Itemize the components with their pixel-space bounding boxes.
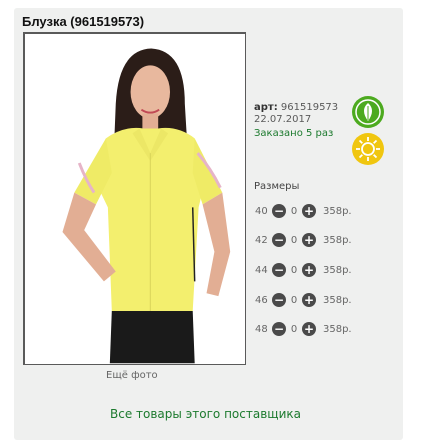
size-quantity: 0: [290, 205, 298, 217]
size-price: 358р.: [323, 323, 352, 335]
supplier-products-link[interactable]: Все товары этого поставщика: [110, 407, 301, 421]
size-row: 42 − 0 + 358р.: [255, 232, 352, 248]
size-row: 46 − 0 + 358р.: [255, 292, 352, 308]
size-quantity: 0: [290, 234, 298, 246]
size-label: 44: [255, 264, 268, 276]
size-quantity: 0: [290, 264, 298, 276]
leaf-icon: [352, 96, 384, 128]
minus-icon[interactable]: −: [272, 204, 286, 218]
size-price: 358р.: [323, 205, 352, 217]
size-price: 358р.: [323, 264, 352, 276]
product-photo[interactable]: [23, 32, 246, 365]
size-row: 40 − 0 + 358р.: [255, 203, 352, 219]
size-label: 48: [255, 323, 268, 335]
size-row: 44 − 0 + 358р.: [255, 262, 352, 278]
minus-icon[interactable]: −: [272, 293, 286, 307]
size-label: 40: [255, 205, 268, 217]
size-price: 358р.: [323, 294, 352, 306]
size-row: 48 − 0 + 358р.: [255, 321, 352, 337]
minus-icon[interactable]: −: [272, 322, 286, 336]
ordered-count: Заказано 5 раз: [254, 128, 334, 139]
plus-icon[interactable]: +: [302, 233, 316, 247]
sun-icon: [352, 133, 384, 165]
minus-icon[interactable]: −: [272, 263, 286, 277]
product-info: арт: 961519573 22.07.2017 Заказано 5 раз: [254, 102, 338, 140]
plus-icon[interactable]: +: [302, 263, 316, 277]
more-photos-link[interactable]: Ещё фото: [106, 370, 158, 381]
size-label: 42: [255, 234, 268, 246]
size-quantity: 0: [290, 294, 298, 306]
sizes-heading: Размеры: [254, 181, 300, 192]
plus-icon[interactable]: +: [302, 293, 316, 307]
plus-icon[interactable]: +: [302, 204, 316, 218]
size-label: 46: [255, 294, 268, 306]
minus-icon[interactable]: −: [272, 233, 286, 247]
plus-icon[interactable]: +: [302, 322, 316, 336]
size-price: 358р.: [323, 234, 352, 246]
blouse-photo-illustration: [62, 48, 231, 364]
article-line: арт: 961519573: [254, 102, 339, 113]
size-quantity: 0: [290, 323, 298, 335]
product-date: 22.07.2017: [254, 114, 312, 125]
product-title: Блузка (961519573): [22, 14, 145, 29]
